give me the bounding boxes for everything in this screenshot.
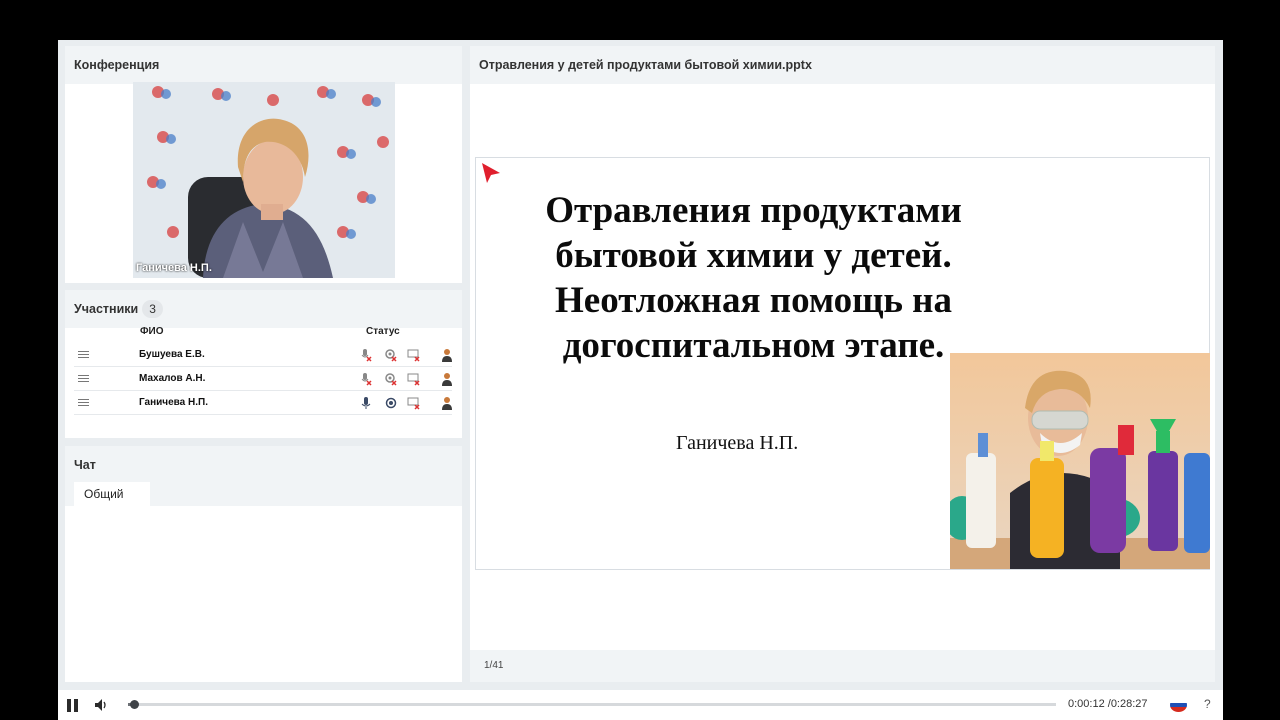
slide-photo bbox=[950, 353, 1210, 569]
mic-on-icon bbox=[361, 397, 371, 409]
user-avatar-icon bbox=[442, 397, 452, 410]
participants-count-badge: 3 bbox=[142, 300, 163, 318]
playback-time: 0:00:12 /0:28:27 bbox=[1068, 698, 1148, 710]
column-status: Статус bbox=[366, 326, 400, 337]
drag-handle-icon[interactable] bbox=[78, 375, 89, 382]
user-avatar-icon bbox=[442, 373, 452, 386]
drag-handle-icon[interactable] bbox=[78, 399, 89, 406]
participant-row[interactable]: Бушуева Е.В. bbox=[74, 343, 452, 367]
household-chemicals-photo bbox=[950, 353, 1210, 569]
participants-title: Участники bbox=[74, 302, 139, 316]
chat-tab-general[interactable]: Общий bbox=[74, 482, 150, 506]
seek-handle[interactable] bbox=[130, 700, 139, 709]
participant-row[interactable]: Ганичева Н.П. bbox=[74, 391, 452, 415]
pointer-arrow-icon bbox=[482, 163, 500, 183]
speaker-video-image bbox=[133, 82, 395, 278]
screen-share-off-icon bbox=[407, 349, 420, 362]
language-flag-icon[interactable] bbox=[1170, 698, 1187, 712]
participant-row[interactable]: Махалов А.Н. bbox=[74, 367, 452, 391]
screen-share-off-icon bbox=[407, 397, 420, 410]
volume-icon[interactable] bbox=[94, 698, 110, 712]
camera-off-icon bbox=[385, 373, 397, 386]
participant-name: Ганичева Н.П. bbox=[139, 397, 208, 408]
conference-panel: Конференция Ганичева Н.П. bbox=[65, 46, 462, 283]
mic-off-icon bbox=[361, 373, 372, 386]
drag-handle-icon[interactable] bbox=[78, 351, 89, 358]
presentation-filename: Отравления у детей продуктами бытовой хи… bbox=[470, 46, 1215, 84]
slide-author: Ганичева Н.П. bbox=[676, 432, 799, 454]
chat-panel: Чат Общий bbox=[65, 446, 462, 682]
presentation-panel: Отравления у детей продуктами бытовой хи… bbox=[470, 46, 1215, 682]
column-name: ФИО bbox=[140, 326, 164, 337]
camera-off-icon bbox=[385, 349, 397, 362]
help-button[interactable]: ? bbox=[1204, 697, 1211, 711]
chat-messages bbox=[65, 506, 462, 682]
participants-panel: Участники 3 ФИО Статус Бушуева Е.В. Махал… bbox=[65, 290, 462, 438]
speaker-name-label: Ганичева Н.П. bbox=[136, 262, 212, 274]
participant-name: Бушуева Е.В. bbox=[139, 349, 205, 360]
conference-title: Конференция bbox=[65, 46, 462, 84]
camera-on-icon bbox=[385, 397, 397, 409]
pause-icon[interactable] bbox=[67, 699, 79, 712]
screen-share-off-icon bbox=[407, 373, 420, 386]
participant-name: Махалов А.Н. bbox=[139, 373, 206, 384]
slide-title: Отравления продуктами бытовой химии у де… bbox=[545, 190, 962, 366]
speaker-video[interactable]: Ганичева Н.П. bbox=[133, 82, 395, 278]
user-avatar-icon bbox=[442, 349, 452, 362]
slide: Отравления продуктами бытовой химии у де… bbox=[475, 157, 1210, 570]
seek-slider[interactable] bbox=[128, 700, 1056, 709]
page-counter: 1/41 bbox=[470, 650, 1215, 682]
mic-off-icon bbox=[361, 349, 372, 362]
playback-bar: 0:00:12 /0:28:27 ? bbox=[58, 690, 1223, 720]
webinar-app: Конференция Ганичева Н.П. Участники 3 ФИ… bbox=[58, 40, 1223, 720]
participants-header: Участники 3 bbox=[65, 290, 462, 328]
chat-title: Чат bbox=[65, 446, 462, 484]
